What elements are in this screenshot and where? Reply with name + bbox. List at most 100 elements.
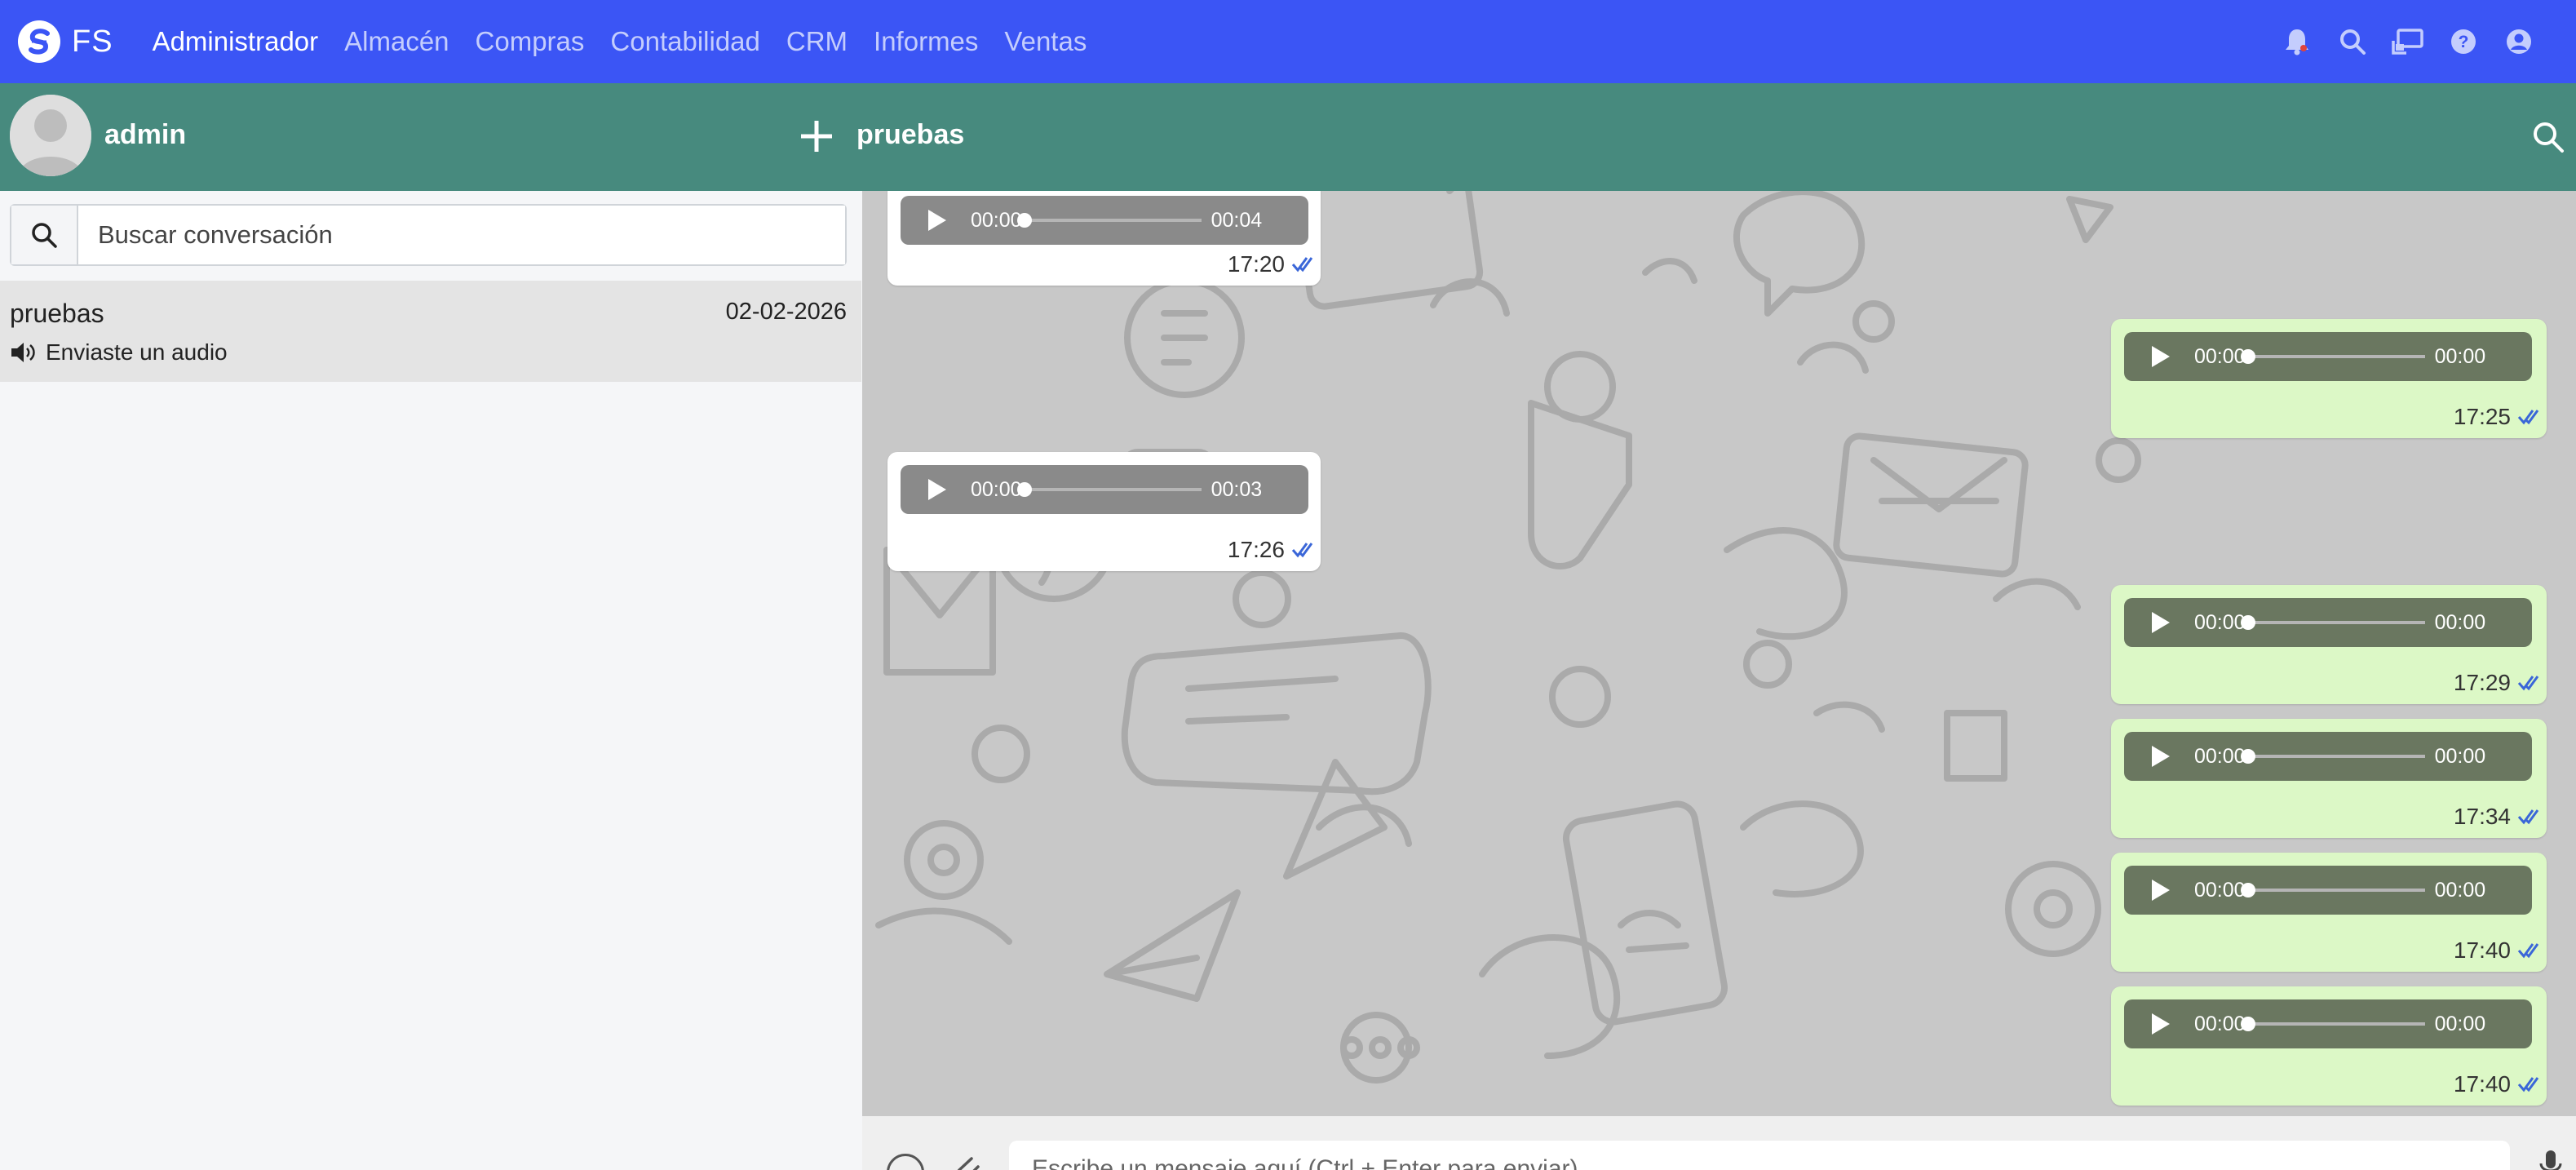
conversation-search-input[interactable] [78, 206, 845, 264]
search-icon [11, 206, 78, 264]
message-meta: 17:40 [2454, 937, 2540, 964]
message-meta: 17:25 [2454, 404, 2540, 430]
chat-search-button[interactable] [2530, 119, 2566, 155]
menu-item-administrador[interactable]: Administrador [153, 26, 319, 57]
audio-current-time: 00:00 [971, 477, 1022, 501]
audio-current-time: 00:00 [971, 208, 1022, 232]
audio-duration: 00:00 [2434, 344, 2486, 368]
message-time: 17:40 [2453, 1071, 2511, 1097]
conversation-search [10, 204, 847, 266]
message-time: 17:26 [1227, 537, 1285, 562]
audio-progress-handle[interactable] [2240, 615, 2255, 630]
message-bubble-outgoing: 00:00 00:00 17:40 [2111, 853, 2547, 972]
bell-icon[interactable] [2269, 14, 2325, 69]
audio-duration: 00:00 [2434, 1012, 2486, 1035]
audio-player[interactable]: 00:00 00:00 [2124, 866, 2532, 915]
message-bubble-incoming: 00:00 00:03 17:26 [887, 452, 1321, 571]
audio-duration: 00:04 [1211, 208, 1263, 232]
message-time: 17:20 [1227, 251, 1285, 277]
conversation-name: pruebas [10, 299, 104, 328]
audio-current-time: 00:00 [2194, 1012, 2246, 1035]
audio-progress-bar[interactable] [2240, 1017, 2425, 1031]
audio-player[interactable]: 00:00 00:03 [901, 465, 1308, 514]
audio-current-time: 00:00 [2194, 878, 2246, 902]
audio-progress-handle[interactable] [2240, 883, 2255, 897]
play-icon[interactable] [927, 208, 948, 233]
attachment-button[interactable] [954, 1155, 986, 1170]
audio-progress-handle[interactable] [1016, 213, 1032, 228]
audio-progress-bar[interactable] [2240, 615, 2425, 630]
double-check-icon [2517, 676, 2539, 691]
screen-cast-icon[interactable] [2380, 14, 2436, 69]
message-meta: 17:29 [2454, 670, 2540, 696]
play-icon[interactable] [2150, 1012, 2171, 1036]
paperclip-icon [957, 1157, 980, 1170]
play-icon[interactable] [2150, 344, 2171, 369]
main-menu: Administrador Almacén Compras Contabilid… [153, 26, 1113, 57]
play-icon[interactable] [2150, 878, 2171, 902]
emoji-icon[interactable] [887, 1154, 924, 1170]
search-icon [2534, 122, 2564, 153]
menu-item-ventas[interactable]: Ventas [1004, 26, 1087, 57]
double-check-icon [2517, 809, 2539, 825]
conversation-date: 02-02-2026 [725, 299, 847, 325]
chat-messages[interactable]: 00:00 00:04 17:20 00:00 00:00 17:25 00:0… [862, 191, 2576, 1116]
menu-item-crm[interactable]: CRM [786, 26, 848, 57]
svg-text:?: ? [2459, 33, 2469, 51]
audio-duration: 00:00 [2434, 610, 2486, 634]
audio-current-time: 00:00 [2194, 610, 2246, 634]
play-icon[interactable] [927, 477, 948, 502]
search-icon[interactable] [2325, 14, 2380, 69]
audio-player[interactable]: 00:00 00:00 [2124, 732, 2532, 781]
audio-duration: 00:00 [2434, 878, 2486, 902]
double-check-icon [1291, 257, 1313, 273]
menu-item-contabilidad[interactable]: Contabilidad [610, 26, 759, 57]
audio-player[interactable]: 00:00 00:04 [901, 196, 1308, 245]
audio-current-time: 00:00 [2194, 344, 2246, 368]
audio-duration: 00:00 [2434, 744, 2486, 768]
audio-player[interactable]: 00:00 00:00 [2124, 332, 2532, 381]
double-check-icon [2517, 943, 2539, 959]
menu-item-compras[interactable]: Compras [476, 26, 585, 57]
message-time: 17:29 [2453, 670, 2511, 695]
audio-progress-handle[interactable] [2240, 349, 2255, 364]
audio-player[interactable]: 00:00 00:00 [2124, 999, 2532, 1048]
message-meta: 17:34 [2454, 804, 2540, 830]
message-input[interactable] [1009, 1141, 2510, 1170]
message-meta: 17:20 [1228, 251, 1314, 277]
facturascripts-logo-icon [18, 20, 60, 63]
message-bubble-outgoing: 00:00 00:00 17:34 [2111, 719, 2547, 838]
audio-progress-bar[interactable] [2240, 883, 2425, 897]
new-chat-button[interactable] [796, 116, 837, 157]
audio-player[interactable]: 00:00 00:00 [2124, 598, 2532, 647]
audio-progress-handle[interactable] [1016, 482, 1032, 497]
menu-item-almacen[interactable]: Almacén [344, 26, 449, 57]
message-meta: 17:26 [1228, 537, 1314, 563]
microphone-icon[interactable] [2538, 1149, 2563, 1170]
brand[interactable]: FS [18, 20, 113, 63]
conversation-preview: Enviaste un audio [10, 339, 228, 366]
play-icon[interactable] [2150, 610, 2171, 635]
message-bubble-incoming: 00:00 00:04 17:20 [887, 191, 1321, 286]
audio-progress-bar[interactable] [1016, 213, 1202, 228]
audio-duration: 00:03 [1211, 477, 1263, 501]
audio-progress-bar[interactable] [2240, 349, 2425, 364]
sidebar: pruebas 02-02-2026 Enviaste un audio [0, 191, 861, 1170]
menu-item-informes[interactable]: Informes [874, 26, 978, 57]
double-check-icon [2517, 1077, 2539, 1092]
double-check-icon [2517, 410, 2539, 425]
audio-progress-bar[interactable] [2240, 749, 2425, 764]
audio-progress-bar[interactable] [1016, 482, 1202, 497]
chat-title: pruebas [856, 119, 965, 150]
conversation-item[interactable]: pruebas 02-02-2026 Enviaste un audio [0, 281, 861, 382]
help-icon[interactable]: ? [2436, 14, 2491, 69]
conversation-preview-text: Enviaste un audio [46, 339, 228, 365]
user-circle-icon[interactable] [2491, 14, 2547, 69]
message-time: 17:34 [2453, 804, 2511, 829]
audio-progress-handle[interactable] [2240, 749, 2255, 764]
volume-icon [11, 343, 35, 362]
audio-current-time: 00:00 [2194, 744, 2246, 768]
play-icon[interactable] [2150, 744, 2171, 769]
message-bubble-outgoing: 00:00 00:00 17:25 [2111, 319, 2547, 438]
audio-progress-handle[interactable] [2240, 1017, 2255, 1031]
